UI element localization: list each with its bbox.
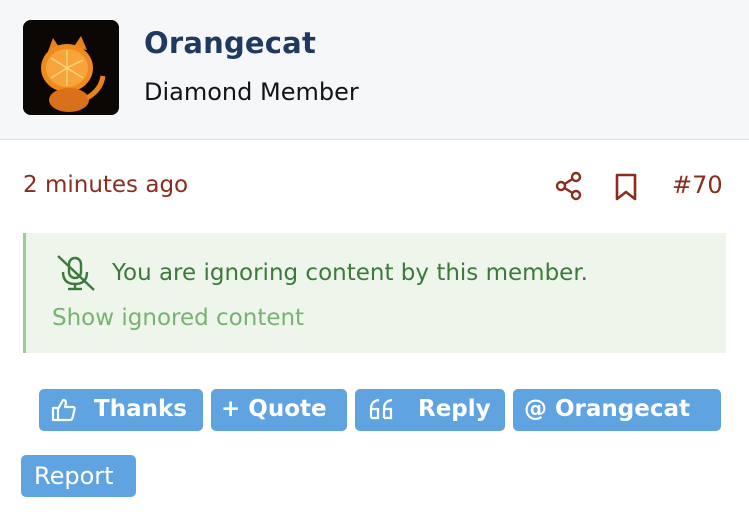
report-button[interactable]: Report [21,455,136,497]
report-label: Report [34,462,114,490]
post-author-header: Orangecat Diamond Member [0,0,749,140]
show-ignored-content-link[interactable]: Show ignored content [52,305,304,331]
mention-label: @ Orangecat [524,396,691,422]
quote-button[interactable]: + Quote [211,389,347,431]
mention-button[interactable]: @ Orangecat [513,389,721,431]
bookmark-icon[interactable] [613,173,639,201]
mic-muted-icon [57,255,95,291]
ignored-content-notice: You are ignoring content by this member.… [23,233,726,353]
thanks-label: Thanks [94,396,187,422]
thumbs-up-icon [51,398,76,422]
avatar[interactable] [23,20,119,115]
orange-cat-avatar-icon [23,20,119,115]
quote-label: + Quote [221,396,327,422]
post-timestamp[interactable]: 2 minutes ago [23,172,188,198]
post-meta-bar: 2 minutes ago #70 [0,140,749,230]
author-rank: Diamond Member [144,78,359,106]
share-icon[interactable] [555,171,583,201]
quote-marks-icon [369,398,393,420]
thanks-button[interactable]: Thanks [39,389,203,431]
author-username[interactable]: Orangecat [144,26,316,60]
post-number-link[interactable]: #70 [672,171,723,199]
ignored-message: You are ignoring content by this member. [112,260,588,286]
reply-button[interactable]: Reply [355,389,505,431]
reply-label: Reply [418,396,491,422]
